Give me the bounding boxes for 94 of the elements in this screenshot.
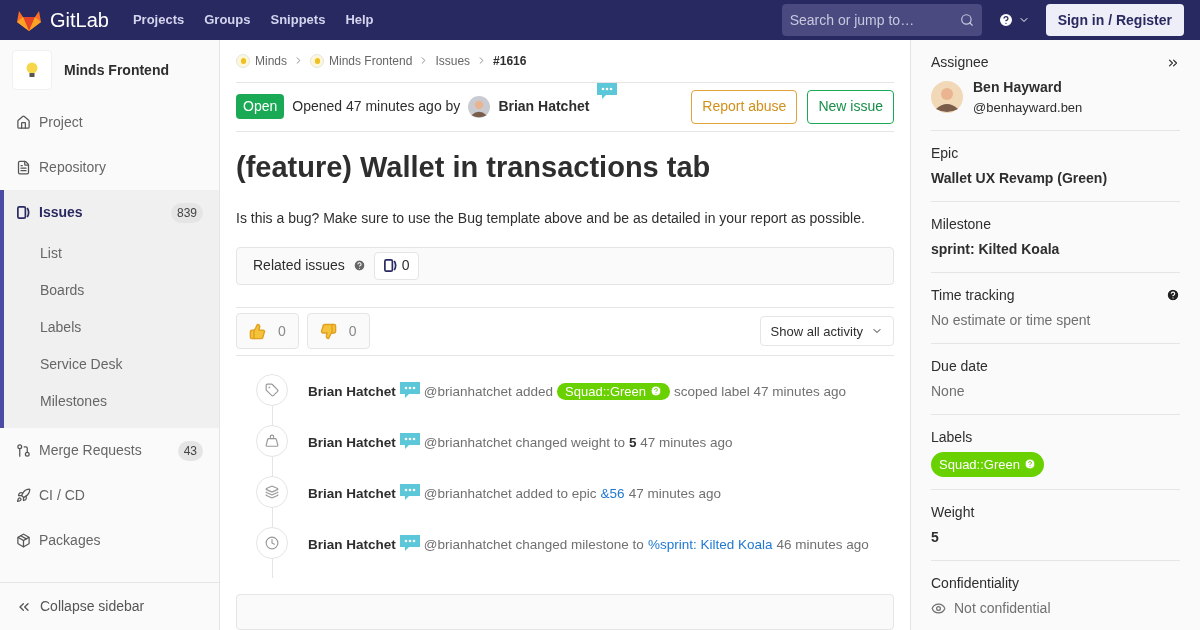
activity-filter-dropdown[interactable]: Show all activity (759, 316, 894, 347)
section-title: Confidentiality (931, 574, 1019, 593)
sidebar-subitem[interactable]: Boards (4, 272, 219, 309)
new-issue-button[interactable]: New issue (807, 89, 894, 124)
section-title: Due date (931, 356, 988, 376)
section-value: Wallet UX Revamp (Green) (931, 168, 1109, 188)
sidebar-subitem[interactable]: Service Desk (4, 346, 219, 383)
sign-in-button[interactable]: Sign in / Register (1045, 4, 1184, 36)
count-badge: 43 (177, 440, 203, 461)
author-name[interactable]: Brian Hatchet (308, 432, 396, 453)
brand-name[interactable]: GitLab (50, 5, 109, 35)
author-name[interactable]: Brian Hatchet (308, 483, 396, 504)
issue-title: (feature) Wallet in transactions tab (236, 150, 712, 186)
section-title: Labels (931, 427, 973, 447)
activity-text: 47 minutes ago (628, 484, 721, 503)
help-icon (1023, 458, 1036, 471)
sidebar-item[interactable]: CI / CD (0, 473, 219, 518)
breadcrumb-link[interactable]: Minds Frontend (310, 51, 413, 70)
activity-text: scoped label 47 minutes ago (674, 382, 846, 401)
help-dropdown[interactable] (997, 12, 1030, 28)
section-title: Assignee (931, 53, 989, 72)
merge-request-icon (16, 443, 31, 458)
search-field[interactable]: Search or jump to… (781, 4, 982, 36)
issue-description: Is this a bug? Make sure to use the Bug template above and be as detailed in your report as possible. (236, 208, 866, 228)
issues-icon (382, 258, 398, 274)
search-icon (959, 13, 974, 27)
nav-link[interactable]: Projects (132, 10, 185, 30)
clock-icon (265, 535, 279, 550)
activity-text: @brianhatchet added (423, 382, 554, 401)
section-value: None (931, 381, 966, 401)
nav-link[interactable]: Snippets (270, 10, 326, 30)
breadcrumb-link[interactable]: Minds (236, 51, 287, 70)
nav-link[interactable]: Help (345, 10, 374, 30)
help-icon (650, 385, 663, 398)
author-name[interactable]: Brian Hatchet (308, 534, 396, 555)
activity-text: @brianhatchet changed milestone to (423, 535, 644, 554)
author-name[interactable]: Brian Hatchet (308, 381, 396, 402)
user-avatar (468, 95, 491, 118)
help-icon (997, 12, 1014, 28)
chat-bubble-icon (399, 483, 420, 501)
sidebar-subitem[interactable]: List (4, 235, 219, 272)
related-issues-label: Related issues (253, 256, 345, 276)
related-issues-count[interactable]: 0 (373, 251, 419, 280)
rocket-icon (16, 488, 31, 503)
activity-text: 46 minutes ago (776, 535, 869, 554)
tag-icon (265, 382, 279, 397)
section-title: Epic (931, 143, 959, 163)
assignee-name[interactable]: Ben Hayward (973, 77, 1083, 98)
breadcrumb-link[interactable]: #1616 (493, 51, 527, 70)
sidebar-item[interactable]: Project (0, 100, 219, 145)
chat-bubble-icon (399, 534, 420, 552)
chat-bubble-icon (399, 432, 420, 450)
activity-text: @brianhatchet changed weight to 5 47 minutes ago (423, 433, 733, 452)
status-badge: Open (236, 94, 285, 120)
count-badge: 839 (170, 202, 203, 223)
layers-icon (265, 484, 279, 499)
thumbs-down-icon (319, 322, 337, 340)
reaction-button[interactable]: 0 (236, 313, 299, 350)
assignee-avatar (931, 81, 963, 114)
reaction-button[interactable]: 0 (306, 313, 370, 350)
eye-icon (931, 601, 946, 616)
sidebar-item[interactable]: Packages (0, 518, 219, 563)
section-value: sprint: Kilted Koala (931, 239, 1061, 259)
nav-link[interactable]: Groups (204, 10, 251, 30)
breadcrumb-link[interactable]: Issues (435, 51, 471, 70)
sidebar-item[interactable]: Merge Requests 43 (0, 428, 219, 473)
chat-bubble-icon (399, 381, 420, 399)
section-value: 5 (931, 528, 940, 547)
opened-text: Opened 47 minutes ago by (292, 97, 461, 117)
help-icon (352, 259, 366, 273)
document-icon (16, 160, 31, 175)
sidebar-subitem[interactable]: Milestones (4, 383, 219, 420)
weight-icon (265, 433, 279, 448)
sidebar-subitem[interactable]: Labels (4, 309, 219, 346)
section-value: Not confidential (954, 599, 1051, 618)
package-icon (16, 533, 31, 548)
sidebar-item[interactable]: Issues 839 (4, 190, 219, 235)
home-icon (16, 115, 31, 130)
issues-icon (16, 205, 31, 220)
activity-link[interactable]: &56 (600, 483, 625, 504)
lightbulb-icon (25, 61, 39, 79)
help-icon[interactable] (1166, 288, 1180, 302)
section-title: Milestone (931, 214, 991, 234)
assignee-username: @benhayward.ben (973, 99, 1083, 117)
section-title: Time tracking (931, 285, 1015, 305)
project-name[interactable]: Minds Frontend (64, 59, 169, 81)
author-name[interactable]: Brian Hatchet (498, 96, 590, 118)
activity-link[interactable]: %sprint: Kilted Koala (647, 534, 773, 555)
chat-bubble-icon (597, 82, 618, 100)
sidebar-item[interactable]: Repository (0, 145, 219, 190)
section-title: Weight (931, 503, 975, 522)
activity-text: @brianhatchet added to epic (423, 484, 597, 503)
section-value: No estimate or time spent (931, 310, 1092, 330)
thumbs-up-icon (249, 322, 266, 340)
